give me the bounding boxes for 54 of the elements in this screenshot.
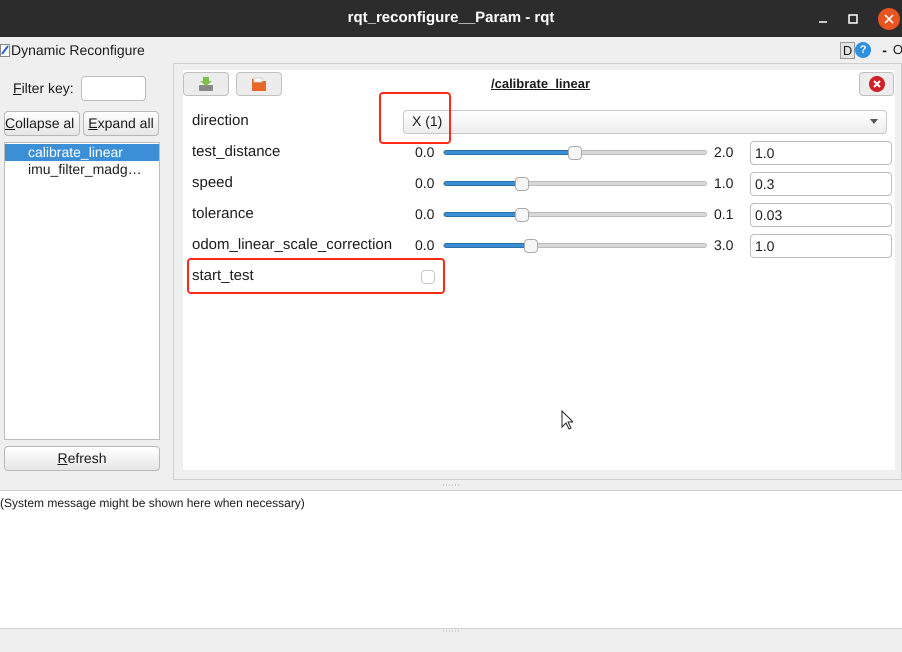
filter-label: Filter key: — [13, 79, 74, 98]
window-title: rqt_reconfigure__Param - rqt — [348, 8, 554, 28]
plugin-checkbox[interactable] — [0, 44, 10, 56]
value-field[interactable]: 0.3 — [750, 172, 892, 196]
mouse-cursor-icon — [561, 410, 573, 430]
value-field[interactable]: 0.03 — [750, 202, 892, 226]
param-label: tolerance — [191, 204, 255, 224]
slider[interactable] — [443, 238, 707, 252]
close-icon — [868, 76, 884, 92]
node-title: /calibrate_linear — [491, 75, 590, 94]
close-plugin-button[interactable]: O — [892, 40, 902, 60]
slider-handle[interactable] — [515, 208, 530, 222]
save-button[interactable] — [183, 72, 229, 96]
dropdown[interactable]: X (1) — [403, 110, 887, 134]
slider-handle[interactable] — [515, 176, 530, 190]
slider[interactable] — [443, 176, 707, 190]
param-label: start_test — [191, 266, 255, 286]
download-drive-icon — [198, 76, 214, 92]
plugin-title: Dynamic Reconfigure — [11, 40, 145, 60]
maximize-icon[interactable] — [848, 14, 858, 24]
docking-button[interactable]: D — [840, 42, 856, 58]
tree-item[interactable]: imu_filter_madg… — [5, 161, 159, 178]
system-message: (System message might be shown here when necessary) — [0, 496, 305, 510]
value-field[interactable]: 1.0 — [750, 234, 892, 258]
close-node-button[interactable] — [859, 72, 894, 96]
slider[interactable] — [443, 146, 707, 160]
collapse-all-button[interactable]: Collapse al — [4, 111, 80, 136]
slider-min-label: 0.0 — [415, 236, 436, 255]
refresh-button[interactable]: Refresh — [4, 446, 160, 471]
slider-max-label: 3.0 — [714, 236, 734, 255]
slider-max-label: 2.0 — [714, 143, 734, 162]
slider-handle[interactable] — [568, 146, 582, 160]
expand-all-button[interactable]: Expand all — [83, 111, 159, 136]
minimize-plugin-button[interactable]: - — [882, 40, 887, 60]
slider-min-label: 0.0 — [415, 143, 436, 162]
value-field[interactable]: 1.0 — [750, 140, 892, 164]
slider-max-label: 1.0 — [714, 174, 734, 193]
slider-handle[interactable] — [524, 238, 538, 252]
folder-icon — [251, 76, 267, 92]
caret-icon — [870, 119, 878, 124]
close-icon[interactable] — [878, 8, 900, 30]
filter-field[interactable] — [80, 76, 146, 101]
checkbox[interactable] — [421, 270, 435, 284]
param-label: speed — [191, 173, 234, 194]
splitter-handle-icon[interactable] — [443, 484, 459, 486]
slider-max-label: 0.1 — [714, 205, 734, 224]
slider[interactable] — [443, 208, 707, 222]
splitter-handle-icon[interactable] — [443, 630, 459, 632]
param-label: direction — [191, 111, 250, 132]
param-label: odom_linear_scale_correction — [191, 235, 394, 256]
param-label: test_distance — [191, 142, 282, 162]
open-folder-button[interactable] — [236, 72, 282, 96]
slider-min-label: 0.0 — [415, 205, 436, 224]
slider-min-label: 0.0 — [415, 174, 436, 193]
